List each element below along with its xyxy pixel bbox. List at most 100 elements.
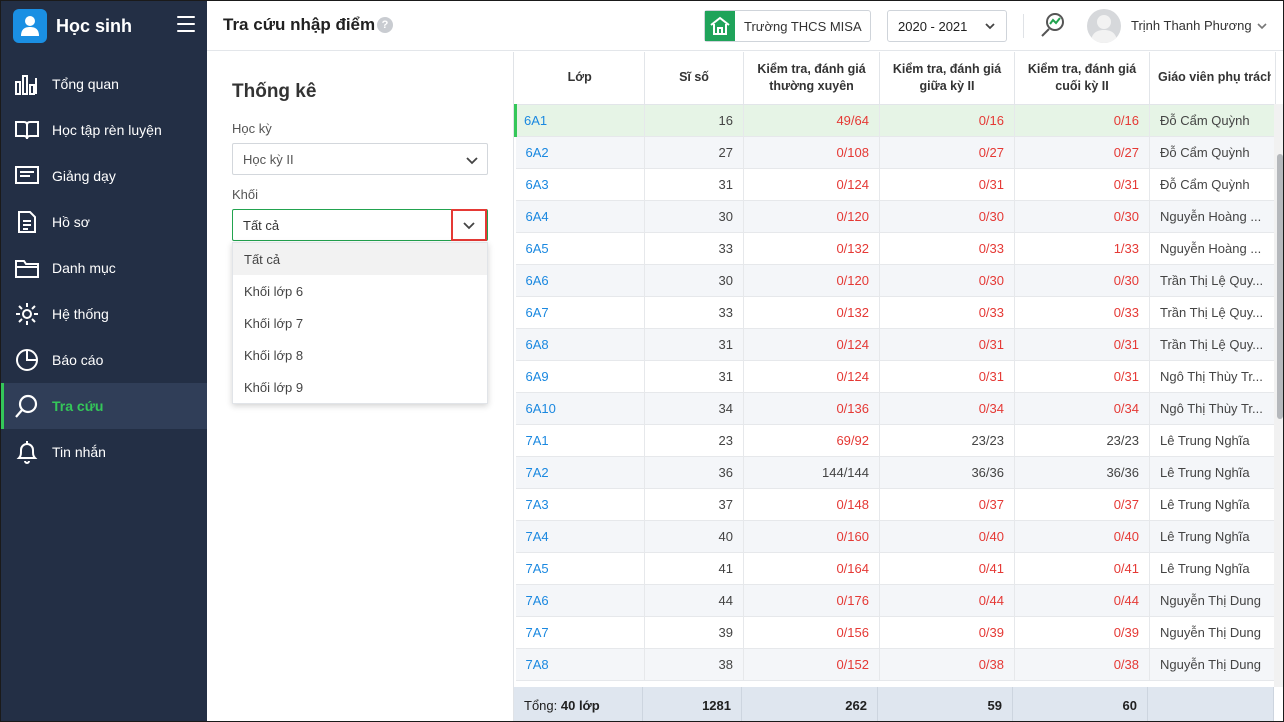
class-cell[interactable]: 6A3 bbox=[515, 168, 645, 201]
activity-chart-icon[interactable] bbox=[1039, 11, 1067, 39]
class-cell[interactable]: 6A5 bbox=[515, 232, 645, 265]
size-cell: 16 bbox=[644, 104, 744, 137]
table-row[interactable]: 7A7 39 0/156 0/39 0/39 Nguyễn Thị Dung bbox=[515, 616, 1276, 649]
semester-label: Học kỳ bbox=[232, 121, 272, 136]
footer-count: 40 lớp bbox=[560, 697, 600, 713]
school-year-select[interactable]: 2020 - 2021 bbox=[887, 10, 1007, 42]
class-cell[interactable]: 6A6 bbox=[515, 264, 645, 297]
grade-option-all[interactable]: Tất cả bbox=[233, 243, 487, 275]
col-header-class[interactable]: Lớp bbox=[515, 52, 645, 105]
grade-option-7[interactable]: Khối lớp 7 bbox=[233, 307, 487, 339]
table-row[interactable]: 6A1 16 49/64 0/16 0/16 Đỗ Cẩm Quỳnh bbox=[514, 104, 1276, 137]
chevron-down-icon[interactable] bbox=[1256, 20, 1268, 32]
class-cell[interactable]: 7A1 bbox=[515, 424, 645, 457]
regular-cell: 144/144 bbox=[743, 456, 880, 489]
regular-cell: 0/124 bbox=[743, 360, 880, 393]
brand-title: Học sinh bbox=[56, 15, 133, 36]
col-header-size[interactable]: Sĩ số bbox=[644, 52, 744, 105]
class-cell[interactable]: 6A7 bbox=[515, 296, 645, 329]
grade-dropdown-toggle[interactable] bbox=[451, 209, 487, 241]
table-row[interactable]: 6A5 33 0/132 0/33 1/33 Nguyễn Hoàng ... bbox=[515, 232, 1276, 265]
class-cell[interactable]: 6A1 bbox=[514, 104, 645, 137]
user-name[interactable]: Trịnh Thanh Phương bbox=[1131, 18, 1252, 33]
col-header-regular[interactable]: Kiểm tra, đánh giá thường xuyên bbox=[743, 52, 880, 105]
col-header-midterm[interactable]: Kiểm tra, đánh giá giữa kỳ II bbox=[879, 52, 1015, 105]
final-cell: 0/33 bbox=[1014, 296, 1150, 329]
teacher-cell: Lê Trung Nghĩa bbox=[1149, 552, 1276, 585]
size-cell: 30 bbox=[644, 200, 744, 233]
final-cell: 0/31 bbox=[1014, 328, 1150, 361]
regular-cell: 0/124 bbox=[743, 168, 880, 201]
grade-option-8[interactable]: Khối lớp 8 bbox=[233, 339, 487, 371]
table-scrollbar[interactable] bbox=[1274, 104, 1283, 687]
class-cell[interactable]: 6A4 bbox=[515, 200, 645, 233]
class-cell[interactable]: 7A5 bbox=[515, 552, 645, 585]
table-row[interactable]: 7A2 36 144/144 36/36 36/36 Lê Trung Nghĩa bbox=[515, 456, 1276, 489]
table-row[interactable]: 6A2 27 0/108 0/27 0/27 Đỗ Cẩm Quỳnh bbox=[515, 136, 1276, 169]
sidebar-item-hoc-tap[interactable]: Học tập rèn luyện bbox=[1, 107, 207, 153]
table-row[interactable]: 6A3 31 0/124 0/31 0/31 Đỗ Cẩm Quỳnh bbox=[515, 168, 1276, 201]
chevron-down-icon bbox=[463, 222, 475, 230]
table-row[interactable]: 6A6 30 0/120 0/30 0/30 Trần Thị Lệ Quy... bbox=[515, 264, 1276, 297]
table-row[interactable]: 6A9 31 0/124 0/31 0/31 Ngô Thị Thùy Tr... bbox=[515, 360, 1276, 393]
sidebar-item-tra-cuu[interactable]: Tra cứu bbox=[1, 383, 207, 429]
footer-final: 60 bbox=[1013, 687, 1148, 721]
class-cell[interactable]: 7A8 bbox=[515, 648, 645, 681]
sidebar-item-tong-quan[interactable]: Tổng quan bbox=[1, 61, 207, 107]
table-body: 6A1 16 49/64 0/16 0/16 Đỗ Cẩm Quỳnh 6A2 27 0/108… bbox=[514, 104, 1276, 681]
class-cell[interactable]: 7A2 bbox=[515, 456, 645, 489]
class-cell[interactable]: 7A6 bbox=[515, 584, 645, 617]
table-row[interactable]: 7A3 37 0/148 0/37 0/37 Lê Trung Nghĩa bbox=[515, 488, 1276, 521]
sidebar-item-giang-day[interactable]: Giảng dạy bbox=[1, 153, 207, 199]
regular-cell: 0/156 bbox=[743, 616, 880, 649]
table-row[interactable]: 7A4 40 0/160 0/40 0/40 Lê Trung Nghĩa bbox=[515, 520, 1276, 553]
size-cell: 33 bbox=[644, 232, 744, 265]
teacher-cell: Lê Trung Nghĩa bbox=[1149, 488, 1276, 521]
sidebar-item-he-thong[interactable]: Hệ thống bbox=[1, 291, 207, 337]
help-icon[interactable]: ? bbox=[377, 17, 393, 33]
teacher-cell: Nguyễn Thị Dung bbox=[1149, 584, 1276, 617]
teacher-cell: Trần Thị Lệ Quy... bbox=[1149, 296, 1276, 329]
class-cell[interactable]: 7A7 bbox=[515, 616, 645, 649]
table-row[interactable]: 6A7 33 0/132 0/33 0/33 Trần Thị Lệ Quy... bbox=[515, 296, 1276, 329]
table-row[interactable]: 7A6 44 0/176 0/44 0/44 Nguyễn Thị Dung bbox=[515, 584, 1276, 617]
scrollbar-thumb[interactable] bbox=[1277, 154, 1283, 419]
semester-select[interactable]: Học kỳ II bbox=[232, 143, 488, 175]
class-cell[interactable]: 6A10 bbox=[515, 392, 645, 425]
avatar[interactable] bbox=[1087, 9, 1121, 43]
sidebar-item-danh-muc[interactable]: Danh mục bbox=[1, 245, 207, 291]
col-header-final[interactable]: Kiểm tra, đánh giá cuối kỳ II bbox=[1014, 52, 1150, 105]
class-cell[interactable]: 6A9 bbox=[515, 360, 645, 393]
class-cell[interactable]: 6A8 bbox=[515, 328, 645, 361]
document-icon bbox=[13, 208, 41, 236]
footer-midterm: 59 bbox=[878, 687, 1013, 721]
top-header: Tra cứu nhập điểm ? Trường THCS MISA 202… bbox=[207, 1, 1283, 51]
table-row[interactable]: 7A5 41 0/164 0/41 0/41 Lê Trung Nghĩa bbox=[515, 552, 1276, 585]
grade-option-6[interactable]: Khối lớp 6 bbox=[233, 275, 487, 307]
school-button[interactable]: Trường THCS MISA bbox=[704, 10, 871, 42]
table-row[interactable]: 7A8 38 0/152 0/38 0/38 Nguyễn Thị Dung bbox=[515, 648, 1276, 681]
hamburger-menu-icon[interactable] bbox=[177, 16, 195, 32]
sidebar-item-tin-nhan[interactable]: Tin nhắn bbox=[1, 429, 207, 475]
grade-select[interactable]: Tất cả bbox=[232, 209, 488, 241]
table-row[interactable]: 6A8 31 0/124 0/31 0/31 Trần Thị Lệ Quy... bbox=[515, 328, 1276, 361]
table-row[interactable]: 7A1 23 69/92 23/23 23/23 Lê Trung Nghĩa bbox=[515, 424, 1276, 457]
header-divider bbox=[1023, 14, 1024, 38]
teacher-cell: Nguyễn Thị Dung bbox=[1149, 648, 1276, 681]
school-year-value: 2020 - 2021 bbox=[898, 18, 968, 34]
class-cell[interactable]: 7A4 bbox=[515, 520, 645, 553]
midterm-cell: 0/16 bbox=[879, 104, 1015, 137]
teacher-cell: Trần Thị Lệ Quy... bbox=[1149, 328, 1276, 361]
col-header-teacher[interactable]: Giáo viên phụ trách bbox=[1149, 52, 1276, 105]
sidebar-item-bao-cao[interactable]: Báo cáo bbox=[1, 337, 207, 383]
chevron-down-icon bbox=[985, 23, 995, 30]
regular-cell: 0/148 bbox=[743, 488, 880, 521]
regular-cell: 0/132 bbox=[743, 232, 880, 265]
grade-option-9[interactable]: Khối lớp 9 bbox=[233, 371, 487, 403]
class-cell[interactable]: 6A2 bbox=[515, 136, 645, 169]
teacher-cell: Đỗ Cẩm Quỳnh bbox=[1149, 136, 1276, 169]
class-cell[interactable]: 7A3 bbox=[515, 488, 645, 521]
table-row[interactable]: 6A4 30 0/120 0/30 0/30 Nguyễn Hoàng ... bbox=[515, 200, 1276, 233]
sidebar-item-ho-so[interactable]: Hồ sơ bbox=[1, 199, 207, 245]
table-row[interactable]: 6A10 34 0/136 0/34 0/34 Ngô Thị Thùy Tr... bbox=[515, 392, 1276, 425]
